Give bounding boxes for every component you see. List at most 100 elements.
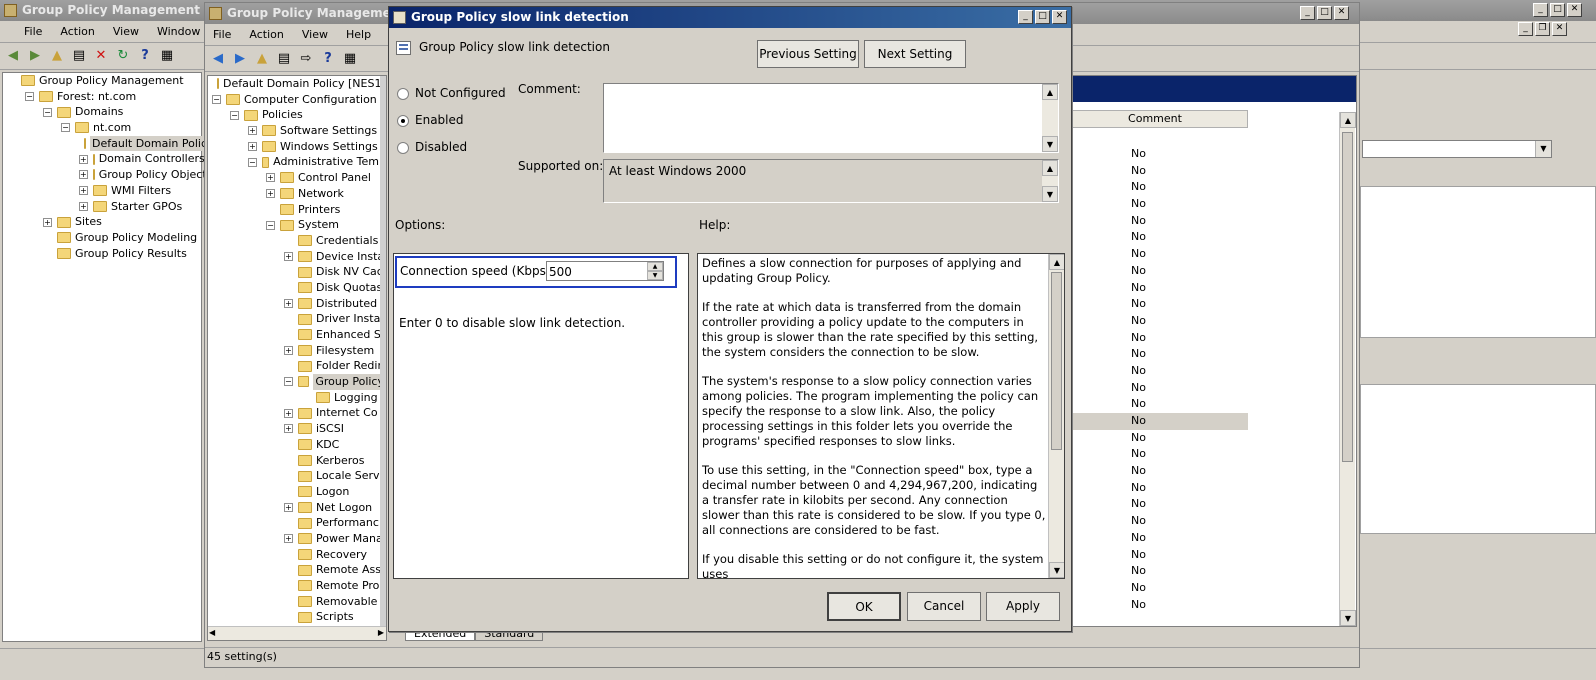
chevron-down-icon[interactable]: ▼: [1535, 141, 1551, 157]
expand-icon[interactable]: +: [284, 298, 293, 308]
right-pane-dropdown[interactable]: ▼: [1362, 140, 1552, 158]
scroll-thumb[interactable]: [1342, 132, 1353, 462]
expand-icon[interactable]: +: [79, 186, 88, 196]
tree-item[interactable]: − Computer Configuration: [212, 92, 386, 108]
scroll-down-icon[interactable]: ▼: [1340, 610, 1356, 626]
comment-scrollbar[interactable]: ▲ ▼: [1042, 84, 1058, 152]
tree-item[interactable]: + Internet Co: [212, 405, 386, 421]
scroll-down-icon[interactable]: ▼: [1042, 136, 1058, 152]
forward-arrow-icon[interactable]: ▶: [231, 50, 249, 68]
expand-icon[interactable]: +: [266, 173, 275, 183]
tree-item[interactable]: − Administrative Temp: [212, 154, 386, 170]
tree-item[interactable]: Driver Insta: [212, 311, 386, 327]
collapse-icon[interactable]: −: [230, 110, 239, 120]
help-scrollbar[interactable]: ▲ ▼: [1048, 254, 1064, 578]
collapse-icon[interactable]: −: [266, 220, 275, 230]
up-folder-icon[interactable]: ▲: [48, 47, 66, 65]
scroll-thumb[interactable]: [1051, 272, 1062, 450]
tree-item[interactable]: + Domain Controllers: [7, 151, 205, 167]
minimize-icon[interactable]: _: [1300, 6, 1315, 20]
tree-item[interactable]: + Net Logon: [212, 500, 386, 516]
tree-item[interactable]: Logging: [212, 390, 386, 406]
tree-item[interactable]: + Windows Settings: [212, 139, 386, 155]
help-icon[interactable]: ?: [319, 50, 337, 68]
show-hide-tree-icon[interactable]: ▤: [70, 47, 88, 65]
spin-down-icon[interactable]: ▼: [647, 271, 663, 280]
expand-icon[interactable]: +: [284, 408, 293, 418]
radio-enabled-dot[interactable]: [397, 114, 409, 127]
expand-icon[interactable]: +: [284, 424, 293, 434]
collapse-icon[interactable]: −: [248, 157, 257, 167]
connection-speed-input[interactable]: 500 ▲ ▼: [546, 261, 664, 281]
expand-icon[interactable]: +: [284, 251, 293, 261]
tree-item[interactable]: KDC: [212, 437, 386, 453]
tree-item[interactable]: + Device Insta: [212, 249, 386, 265]
collapse-icon[interactable]: −: [61, 123, 70, 133]
expand-icon[interactable]: +: [79, 170, 88, 180]
radio-enabled[interactable]: Enabled: [397, 113, 464, 127]
ok-button[interactable]: OK: [827, 592, 901, 621]
restore-icon[interactable]: ❐: [1535, 22, 1550, 36]
tree-item[interactable]: + Starter GPOs: [7, 199, 201, 215]
tree-item[interactable]: + Software Settings: [212, 123, 386, 139]
export-icon[interactable]: ⇨: [297, 50, 315, 68]
collapse-icon[interactable]: −: [43, 107, 52, 117]
tree-item[interactable]: Group Policy Results: [7, 246, 201, 262]
tree-item[interactable]: + Network: [212, 186, 386, 202]
expand-icon[interactable]: +: [79, 154, 88, 164]
expand-icon[interactable]: +: [43, 217, 52, 227]
scroll-up-icon[interactable]: ▲: [1042, 84, 1058, 100]
radio-not-configured-dot[interactable]: [397, 87, 409, 100]
tree-item[interactable]: − Domains: [7, 104, 201, 120]
tree-item[interactable]: − nt.com: [7, 120, 201, 136]
radio-disabled[interactable]: Disabled: [397, 140, 467, 154]
up-folder-icon[interactable]: ▲: [253, 50, 271, 68]
tree-item[interactable]: Credentials: [212, 233, 386, 249]
minimize-icon[interactable]: _: [1518, 22, 1533, 36]
maximize-icon[interactable]: □: [1317, 6, 1332, 20]
tree-item[interactable]: + Sites: [7, 214, 201, 230]
tree-item[interactable]: + Power Mana: [212, 531, 386, 547]
tree-item[interactable]: − Group Policy: [212, 374, 386, 390]
scroll-down-icon[interactable]: ▼: [1049, 562, 1064, 578]
minimize-icon[interactable]: _: [1533, 3, 1548, 17]
menu-file[interactable]: File: [213, 28, 231, 41]
tree-scrollbar-h[interactable]: ◀ ▶: [208, 626, 386, 640]
tree-item[interactable]: Disk Quotas: [212, 280, 386, 296]
menu-action[interactable]: Action: [60, 25, 94, 38]
minimize-icon[interactable]: _: [1018, 10, 1033, 24]
tree-item[interactable]: Group Policy Modeling: [7, 230, 201, 246]
tree-item[interactable]: + Control Panel: [212, 170, 386, 186]
tree-item[interactable]: Default Domain Policy [NES1.NT: [212, 76, 386, 92]
tree-item[interactable]: Recovery: [212, 547, 386, 563]
tree-item[interactable]: Kerberos: [212, 453, 386, 469]
tree-item[interactable]: + Distributed: [212, 296, 386, 312]
menu-view[interactable]: View: [113, 25, 139, 38]
scroll-up-icon[interactable]: ▲: [1049, 254, 1064, 270]
tree-item[interactable]: + Group Policy Objects: [7, 167, 212, 183]
comment-textarea[interactable]: ▲ ▼: [603, 83, 1059, 153]
expand-icon[interactable]: +: [248, 126, 257, 136]
help-icon[interactable]: ?: [136, 47, 154, 65]
scroll-up-icon[interactable]: ▲: [1340, 112, 1356, 128]
tree-item[interactable]: Enhanced S: [212, 327, 386, 343]
collapse-icon[interactable]: −: [284, 377, 293, 387]
menu-window[interactable]: Window: [157, 25, 200, 38]
tree-scrollbar-v[interactable]: [380, 76, 386, 626]
tree-item[interactable]: + WMI Filters: [7, 183, 201, 199]
tree-item[interactable]: − Policies: [212, 107, 386, 123]
properties-icon[interactable]: ▦: [341, 50, 359, 68]
next-setting-button[interactable]: Next Setting: [864, 40, 966, 68]
expand-icon[interactable]: +: [266, 189, 275, 199]
tree-item[interactable]: Locale Serv: [212, 468, 386, 484]
scroll-left-icon[interactable]: ◀: [209, 628, 215, 637]
tree-item[interactable]: Removable: [212, 594, 386, 610]
dialog-titlebar[interactable]: Group Policy slow link detection: [389, 7, 1071, 28]
scroll-up-icon[interactable]: ▲: [1042, 160, 1058, 176]
close-icon[interactable]: ✕: [1552, 22, 1567, 36]
menu-action[interactable]: Action: [249, 28, 283, 41]
expand-icon[interactable]: +: [284, 534, 293, 544]
menu-view[interactable]: View: [302, 28, 328, 41]
close-icon[interactable]: ✕: [1567, 3, 1582, 17]
expand-icon[interactable]: +: [284, 346, 293, 356]
